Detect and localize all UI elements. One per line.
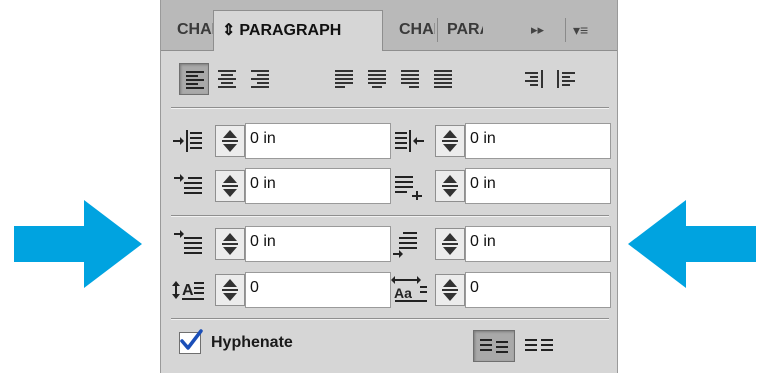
justify-last-right-button[interactable]	[395, 63, 425, 95]
tab-character-2[interactable]: CHARACTER	[391, 10, 435, 50]
divider-highlight	[171, 216, 609, 217]
drop-cap-lines-input[interactable]: 0	[245, 272, 391, 308]
space-before-field: 0 in	[171, 226, 393, 262]
tab-paragraph-label: PARAGRAPH	[239, 22, 342, 39]
space-after-stepper[interactable]	[435, 228, 465, 260]
tab-character-2-label: CHARACTER	[399, 21, 435, 38]
left-pointing-arrow-icon	[628, 200, 756, 288]
right-pointing-arrow-icon	[14, 200, 142, 288]
align-right-icon	[251, 70, 269, 88]
tab-character[interactable]: CHARACTER	[169, 10, 213, 50]
align-toward-spine-button[interactable]	[519, 63, 549, 95]
divider-highlight	[171, 108, 609, 109]
hyphenate-label: Hyphenate	[211, 334, 293, 351]
tab-character-label: CHARACTER	[177, 21, 213, 38]
align-to-baseline-grid-icon	[525, 339, 553, 351]
justify-last-left-button[interactable]	[329, 63, 359, 95]
right-indent-icon	[395, 130, 424, 152]
expand-panel-icon[interactable]: ▸▸	[531, 10, 544, 50]
tabbar-separator	[565, 18, 566, 42]
do-not-align-to-baseline-grid-button[interactable]	[473, 330, 515, 362]
paragraph-panel: CHARACTER ⇕PARAGRAPH CHARACTER PARAGRAPH…	[160, 0, 618, 373]
checkmark-icon	[180, 329, 203, 350]
tab-paragraph-2[interactable]: PARAGRAPH	[439, 10, 483, 50]
tab-paragraph[interactable]: ⇕ PARAGRAPH	[213, 10, 383, 51]
justify-all-button[interactable]	[428, 63, 458, 95]
align-right-button[interactable]	[245, 63, 275, 95]
space-after-icon	[393, 232, 417, 258]
space-before-input[interactable]: 0 in	[245, 226, 391, 262]
left-indent-input[interactable]: 0 in	[245, 123, 391, 159]
last-line-indent-stepper[interactable]	[435, 170, 465, 202]
justify-last-left-icon	[335, 70, 353, 88]
right-indent-field: 0 in	[391, 123, 613, 159]
drop-cap-lines-stepper[interactable]	[215, 274, 245, 306]
drop-cap-characters-stepper[interactable]	[435, 274, 465, 306]
align-toward-spine-icon	[525, 70, 543, 88]
hyphenate-checkbox[interactable]	[179, 329, 203, 354]
align-center-icon	[218, 70, 236, 88]
drop-cap-characters-input[interactable]: 0	[465, 272, 611, 308]
drop-cap-characters-field: Aa 0	[391, 272, 613, 308]
align-away-from-spine-icon	[557, 70, 575, 88]
align-away-from-spine-button[interactable]	[551, 63, 581, 95]
space-before-stepper[interactable]	[215, 228, 245, 260]
align-to-baseline-grid-button[interactable]	[519, 330, 561, 362]
tab-paragraph-2-label: PARAGRAPH	[447, 21, 483, 38]
tab-updown-icon: ⇕	[222, 22, 236, 39]
drop-cap-lines-field: A 0	[171, 272, 393, 308]
drop-cap-lines-icon-text: A	[182, 282, 194, 299]
alignment-buttons-row	[179, 63, 609, 97]
drop-cap-characters-icon-text: Aa	[394, 285, 412, 301]
drop-cap-lines-icon: A	[172, 281, 204, 300]
left-indent-field: 0 in	[171, 123, 393, 159]
left-indent-icon	[173, 130, 202, 152]
justify-last-center-icon	[368, 70, 386, 88]
first-line-indent-icon	[174, 174, 202, 194]
space-after-input[interactable]: 0 in	[465, 226, 611, 262]
drop-cap-characters-icon: Aa	[391, 276, 427, 302]
divider-highlight	[171, 319, 609, 320]
align-center-button[interactable]	[212, 63, 242, 95]
first-line-indent-input[interactable]: 0 in	[245, 168, 391, 204]
align-left-button[interactable]	[179, 63, 209, 95]
last-line-indent-icon	[395, 176, 422, 200]
space-before-icon	[174, 230, 202, 254]
panel-tab-bar: CHARACTER ⇕PARAGRAPH CHARACTER PARAGRAPH…	[161, 0, 617, 51]
tab-separator	[437, 18, 438, 42]
space-after-field: 0 in	[391, 226, 613, 262]
right-indent-stepper[interactable]	[435, 125, 465, 157]
last-line-indent-input[interactable]: 0 in	[465, 168, 611, 204]
right-indent-input[interactable]: 0 in	[465, 123, 611, 159]
do-not-align-to-baseline-grid-icon	[480, 339, 508, 353]
left-indent-stepper[interactable]	[215, 125, 245, 157]
justify-last-center-button[interactable]	[362, 63, 392, 95]
justify-last-right-icon	[401, 70, 419, 88]
justify-all-icon	[434, 70, 452, 88]
last-line-indent-field: 0 in	[391, 168, 613, 204]
align-left-icon	[186, 71, 204, 89]
first-line-indent-stepper[interactable]	[215, 170, 245, 202]
panel-menu-icon[interactable]: ▾≡	[573, 10, 588, 50]
first-line-indent-field: 0 in	[171, 168, 393, 204]
